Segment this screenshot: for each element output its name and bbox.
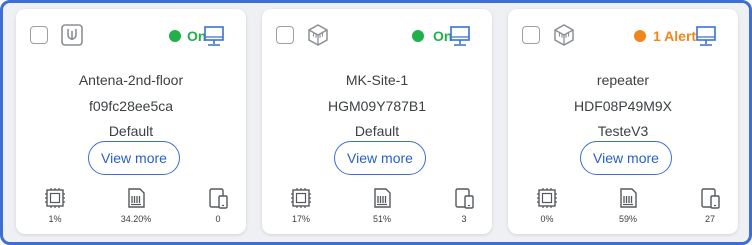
- memory-usage-value: 59%: [618, 214, 637, 224]
- connected-devices-value: 27: [704, 214, 715, 224]
- device-card: On Antena-2nd-floor f09fc28ee5ca Default…: [16, 9, 246, 234]
- router-device-icon: [308, 24, 328, 46]
- device-serial: HGM09Y787B1: [327, 98, 427, 114]
- cpu-usage-value: 0%: [540, 214, 554, 224]
- device-serial: HDF08P49M9X: [573, 98, 673, 114]
- router-device-icon: [554, 24, 574, 46]
- select-checkbox[interactable]: [30, 26, 48, 44]
- monitor-icon[interactable]: [695, 25, 717, 47]
- devices-icon: [701, 188, 720, 209]
- device-group: Default: [108, 123, 154, 139]
- monitor-icon[interactable]: [449, 25, 471, 47]
- cpu-icon: [291, 188, 311, 208]
- connected-devices-value: 0: [215, 214, 221, 224]
- device-card: 1 Alert repeater HDF08P49M9X TesteV3 Vie…: [508, 9, 738, 234]
- memory-icon: [374, 188, 391, 208]
- status-label: 1 Alert: [653, 28, 697, 44]
- devices-icon: [209, 188, 228, 209]
- select-checkbox[interactable]: [522, 26, 540, 44]
- status-indicator-dot: [412, 30, 424, 42]
- monitor-icon[interactable]: [203, 25, 225, 47]
- view-more-button[interactable]: View more: [580, 141, 672, 175]
- view-more-button[interactable]: View more: [334, 141, 426, 175]
- memory-usage-value: 34.20%: [120, 214, 152, 224]
- cpu-usage-value: 17%: [291, 214, 310, 224]
- connected-devices-value: 3: [461, 214, 467, 224]
- select-checkbox[interactable]: [276, 26, 294, 44]
- antenna-device-icon: [61, 24, 83, 46]
- device-group: TesteV3: [597, 123, 649, 139]
- devices-icon: [455, 188, 474, 209]
- device-group: Default: [354, 123, 400, 139]
- cpu-icon: [45, 188, 65, 208]
- memory-icon: [620, 188, 637, 208]
- device-serial: f09fc28ee5ca: [88, 98, 174, 114]
- memory-icon: [128, 188, 145, 208]
- device-name: MK-Site-1: [345, 72, 409, 88]
- device-card: On MK-Site-1 HGM09Y787B1 Default View mo…: [262, 9, 492, 234]
- status-indicator-dot: [169, 30, 181, 42]
- device-name: Antena-2nd-floor: [78, 72, 184, 88]
- cpu-icon: [537, 188, 557, 208]
- device-name: repeater: [596, 72, 650, 88]
- cpu-usage-value: 1%: [48, 214, 62, 224]
- device-grid: On Antena-2nd-floor f09fc28ee5ca Default…: [0, 0, 752, 245]
- memory-usage-value: 51%: [372, 214, 391, 224]
- status-indicator-dot: [634, 30, 646, 42]
- view-more-button[interactable]: View more: [88, 141, 180, 175]
